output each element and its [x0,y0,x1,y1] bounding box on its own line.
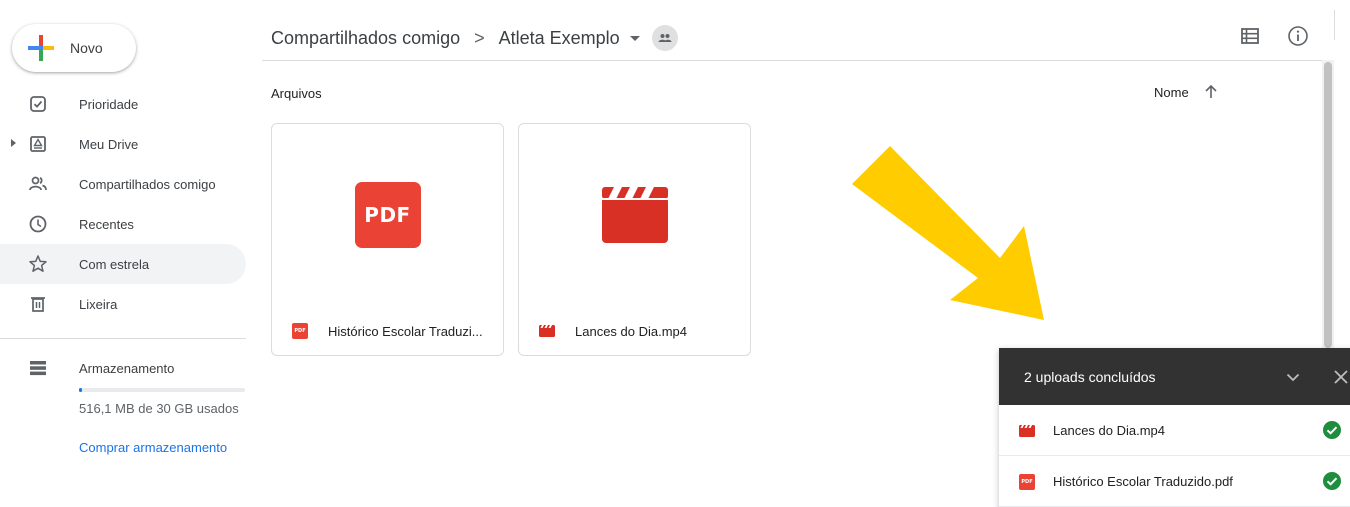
check-circle-icon[interactable] [1322,471,1342,491]
sidebar-item-label: Lixeira [79,296,118,312]
breadcrumb-current[interactable]: Atleta Exemplo [499,28,620,49]
storage-icon [30,361,46,376]
sidebar-divider [0,338,246,339]
sidebar-item-shared-with-me[interactable]: Compartilhados comigo [0,164,246,204]
people-icon [29,176,47,191]
sidebar-item-label: Com estrela [79,256,150,272]
upload-item-name: Lances do Dia.mp4 [1053,423,1166,438]
upload-panel-header: 2 uploads concluídos [999,348,1350,405]
scrollbar[interactable] [1322,60,1334,350]
new-button[interactable]: Novo [12,24,136,72]
sidebar-item-label: Prioridade [79,96,139,112]
new-button-label: Novo [70,40,103,56]
sidebar-item-label: Recentes [79,216,134,232]
folder-menu-caret-icon[interactable] [629,35,640,41]
people-icon [658,34,672,42]
sidebar-item-label: Meu Drive [79,136,139,152]
check-circle-icon[interactable] [1322,420,1342,440]
check-square-icon [30,96,46,112]
trash-icon [31,297,45,312]
file-card-footer: PDF Histórico Escolar Traduzi... [272,306,503,356]
info-icon[interactable] [1286,24,1310,48]
arrow-up-icon[interactable] [1203,84,1219,100]
breadcrumb-separator: > [474,27,485,48]
storage-label: Armazenamento [79,361,175,376]
sidebar-item-my-drive[interactable]: Meu Drive [0,124,246,164]
sidebar-item-trash[interactable]: Lixeira [0,284,246,324]
breadcrumb: Compartilhados comigo > Atleta Exemplo [271,25,678,51]
sort-label: Nome [1154,84,1189,100]
header-divider [262,60,1322,61]
plus-icon [28,35,54,61]
toolbar-divider [1334,10,1335,40]
list-view-icon[interactable] [1238,24,1262,48]
storage-progress-bar [79,388,245,392]
video-small-icon [539,325,555,337]
file-thumbnail: PDF [272,124,503,306]
file-name: Lances do Dia.mp4 [575,323,688,339]
sidebar-item-priority[interactable]: Prioridade [0,84,246,124]
file-thumbnail [519,124,750,306]
sidebar-item-storage[interactable]: Armazenamento [0,348,246,388]
storage-progress-fill [79,388,82,392]
file-card-pdf[interactable]: PDF PDF Histórico Escolar Traduzi... [271,123,504,356]
upload-panel-title: 2 uploads concluídos [1024,368,1156,385]
upload-item[interactable]: Lances do Dia.mp4 [999,405,1350,456]
file-card-footer: Lances do Dia.mp4 [519,306,750,356]
video-file-icon [601,187,668,243]
buy-storage-link[interactable]: Comprar armazenamento [79,440,227,455]
sidebar: Novo Prioridade Meu Drive Compartilhados… [0,0,262,507]
sidebar-item-starred[interactable]: Com estrela [0,244,246,284]
shared-folder-badge[interactable] [651,25,678,51]
storage-usage-text: 516,1 MB de 30 GB usados [79,401,239,416]
sidebar-item-recent[interactable]: Recentes [0,204,246,244]
breadcrumb-root[interactable]: Compartilhados comigo [271,28,460,49]
pdf-small-icon: PDF [1019,474,1035,490]
star-icon [29,255,47,272]
video-small-icon [1019,425,1035,437]
scrollbar-thumb[interactable] [1324,62,1332,348]
pdf-file-icon: PDF [354,182,421,248]
sidebar-item-label: Compartilhados comigo [79,176,216,192]
chevron-down-icon[interactable] [1284,368,1302,386]
drive-icon [30,136,46,152]
sort-control[interactable]: Nome [1154,84,1219,100]
files-section-title: Arquivos [271,86,322,101]
upload-panel: 2 uploads concluídos Lances do Dia.mp4 P… [999,348,1350,507]
expand-caret-icon[interactable] [11,139,16,147]
clock-icon [29,215,47,233]
upload-item-name: Histórico Escolar Traduzido.pdf [1053,474,1233,489]
sidebar-nav: Prioridade Meu Drive Compartilhados comi… [0,84,262,324]
close-icon[interactable] [1332,368,1350,386]
pdf-small-icon: PDF [292,323,308,339]
annotation-arrow [852,146,1044,320]
file-name: Histórico Escolar Traduzi... [328,323,483,339]
file-card-video[interactable]: Lances do Dia.mp4 [518,123,751,356]
upload-item[interactable]: PDF Histórico Escolar Traduzido.pdf [999,456,1350,507]
